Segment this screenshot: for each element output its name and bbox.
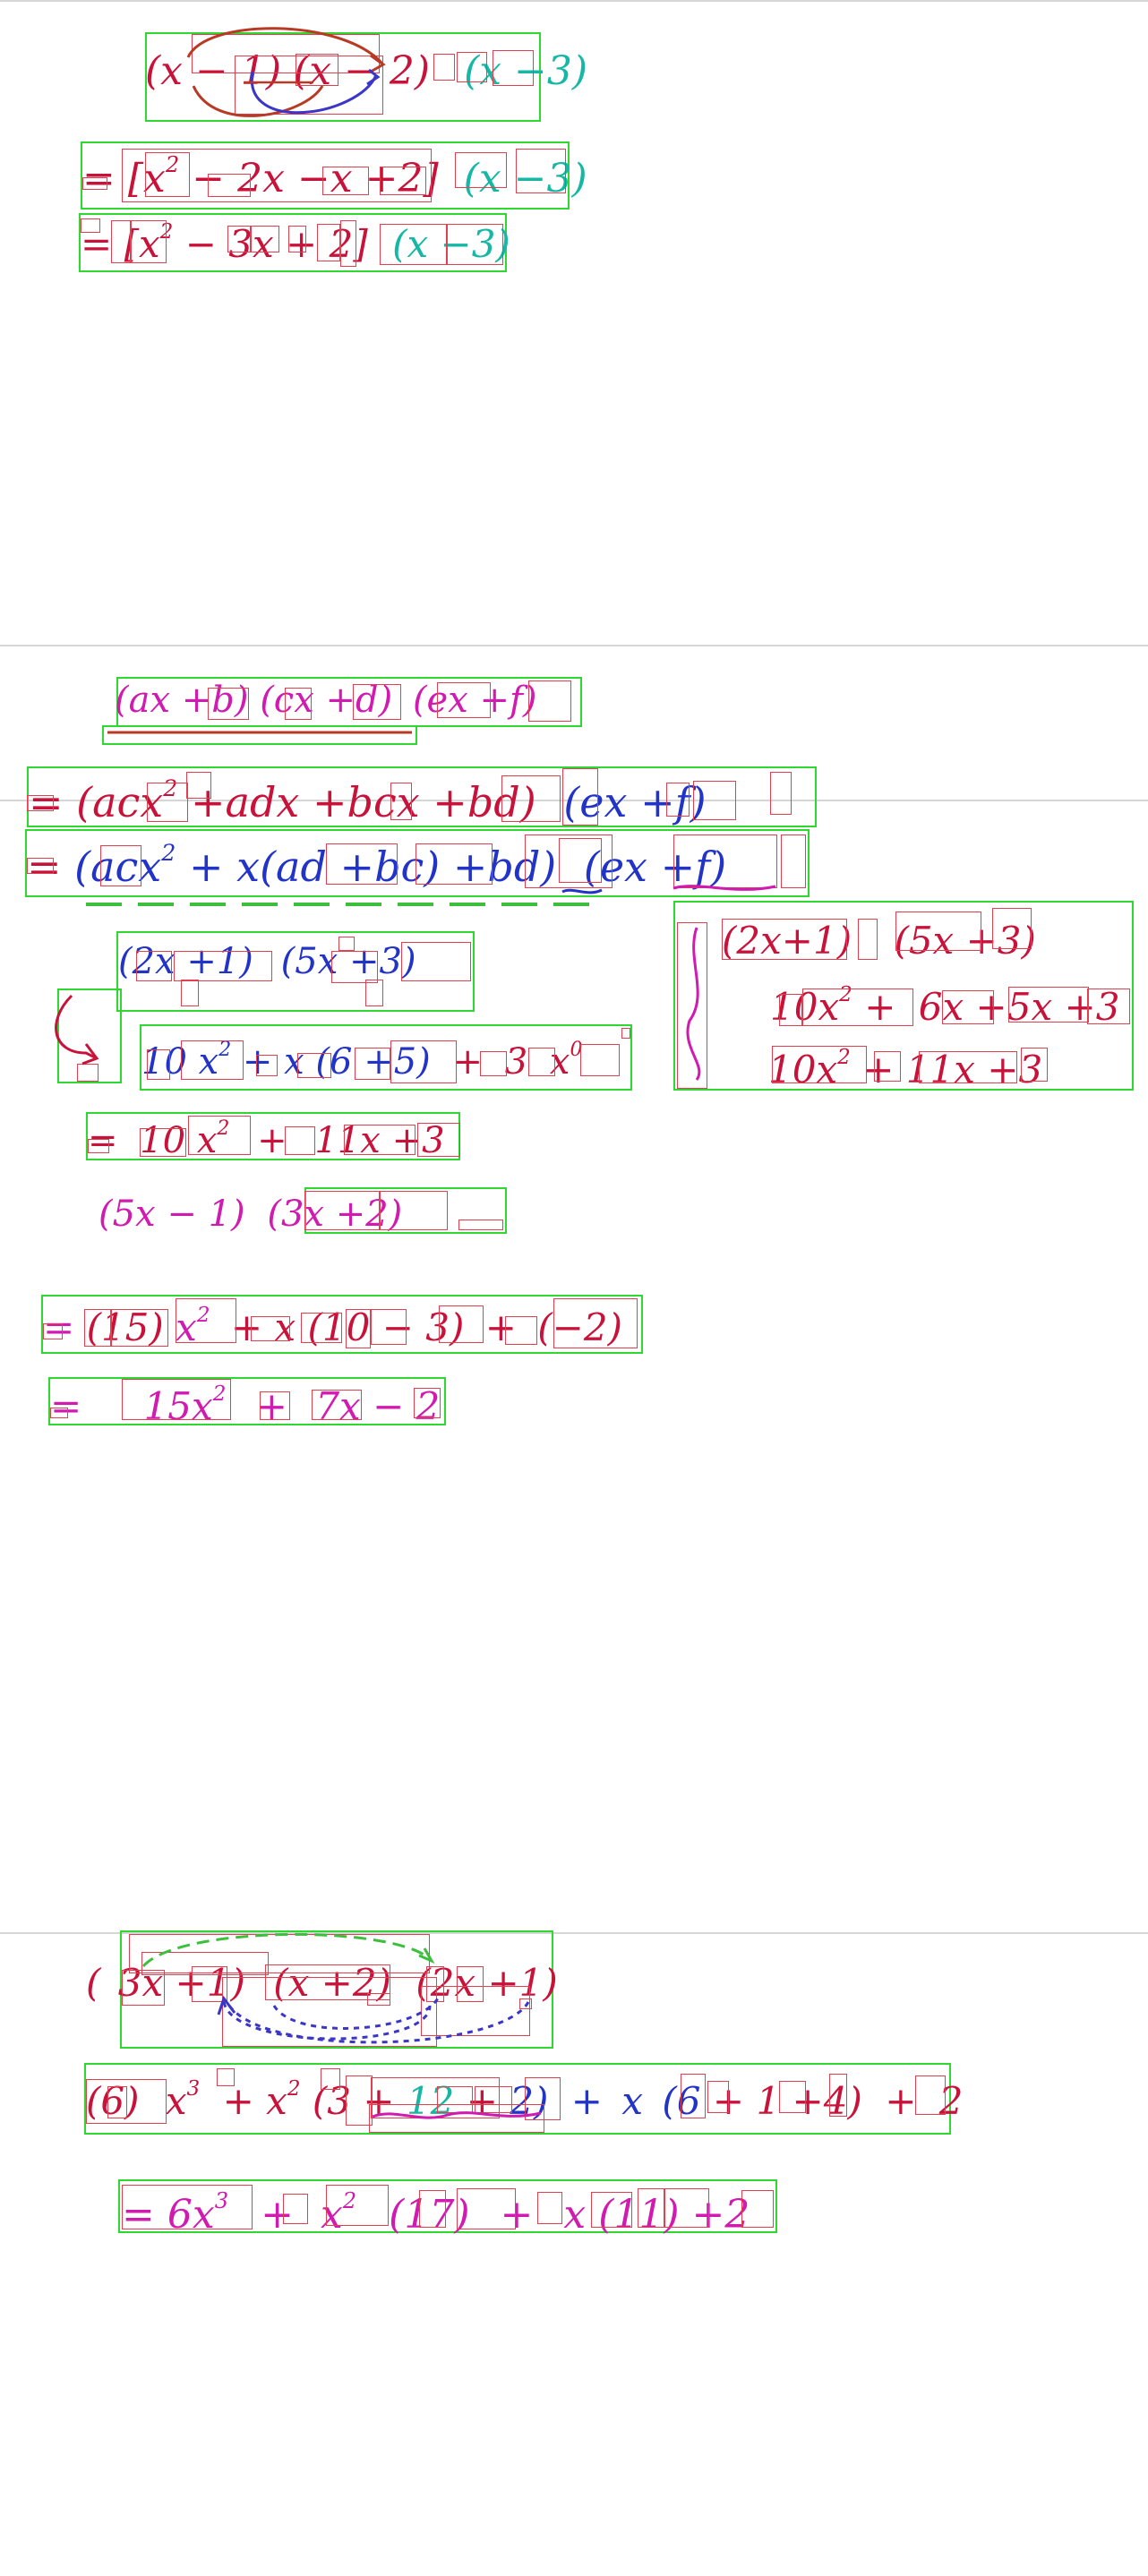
term-box: [122, 2185, 253, 2229]
term-box: [419, 2190, 446, 2228]
term-box: [591, 2192, 632, 2228]
term: x: [563, 2191, 587, 2238]
term-box: [537, 2192, 562, 2224]
term-box: [664, 2188, 709, 2228]
term-box: [638, 2188, 664, 2228]
term-box: [326, 2185, 389, 2226]
underline-stroke: [372, 2111, 542, 2119]
term-box: [457, 2188, 516, 2229]
term-box: [741, 2190, 774, 2228]
term-box: [283, 2194, 308, 2224]
